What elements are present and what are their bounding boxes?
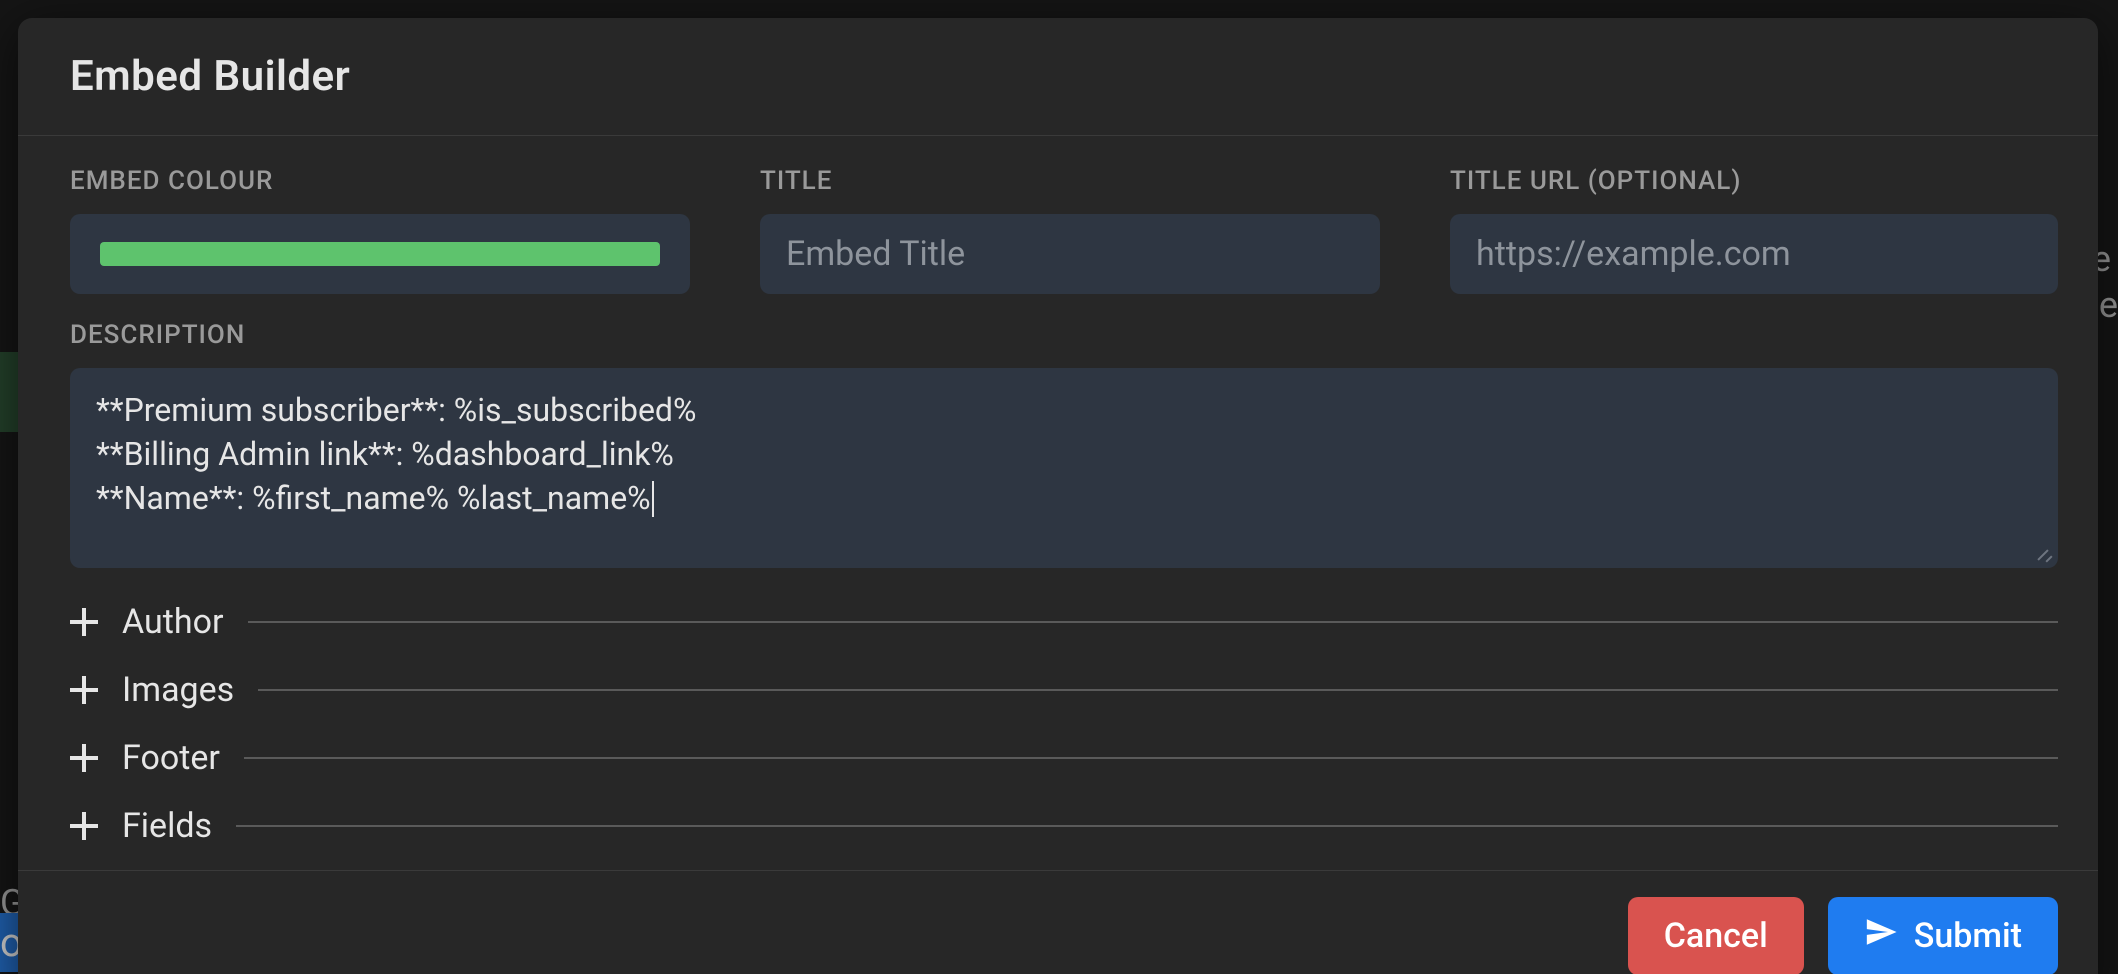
cancel-button[interactable]: Cancel	[1628, 897, 1804, 974]
section-label-images: Images	[122, 670, 234, 710]
embed-title-label: TITLE	[760, 166, 1380, 196]
embed-colour-swatch	[100, 242, 660, 266]
modal-title: Embed Builder	[70, 52, 2058, 101]
section-toggle-fields[interactable]: Fields	[70, 792, 2058, 860]
modal-footer: Cancel Submit	[18, 870, 2098, 974]
section-label-footer: Footer	[122, 738, 220, 778]
embed-title-url-group: TITLE URL (OPTIONAL)	[1450, 166, 2058, 294]
bg-green-strip	[0, 352, 18, 432]
section-label-author: Author	[122, 602, 224, 642]
modal-body: EMBED COLOUR TITLE TITLE URL (OPTIONAL) …	[18, 136, 2098, 870]
embed-description-input[interactable]: **Premium subscriber**: %is_subscribed%*…	[70, 368, 2058, 568]
embed-builder-modal: Embed Builder EMBED COLOUR TITLE TITLE U…	[18, 18, 2098, 974]
section-divider	[258, 689, 2058, 691]
embed-description-text: **Premium subscriber**: %is_subscribed%*…	[96, 391, 696, 517]
embed-title-url-input[interactable]	[1450, 214, 2058, 294]
embed-description-label: DESCRIPTION	[70, 320, 2058, 350]
section-toggle-author[interactable]: Author	[70, 588, 2058, 656]
section-toggle-footer[interactable]: Footer	[70, 724, 2058, 792]
plus-icon	[70, 812, 98, 840]
embed-title-group: TITLE	[760, 166, 1380, 294]
embed-title-input[interactable]	[760, 214, 1380, 294]
plus-icon	[70, 676, 98, 704]
embed-colour-label: EMBED COLOUR	[70, 166, 690, 196]
plus-icon	[70, 608, 98, 636]
paper-plane-icon	[1864, 915, 1898, 958]
submit-button-label: Submit	[1914, 916, 2022, 956]
submit-button[interactable]: Submit	[1828, 897, 2058, 974]
embed-title-url-label: TITLE URL (OPTIONAL)	[1450, 166, 2058, 196]
embed-colour-well[interactable]	[70, 214, 690, 294]
field-row-top: EMBED COLOUR TITLE TITLE URL (OPTIONAL)	[70, 166, 2058, 294]
plus-icon	[70, 744, 98, 772]
embed-description-group: DESCRIPTION **Premium subscriber**: %is_…	[70, 320, 2058, 568]
section-divider	[236, 825, 2058, 827]
modal-header: Embed Builder	[18, 18, 2098, 136]
section-divider	[248, 621, 2058, 623]
section-toggle-images[interactable]: Images	[70, 656, 2058, 724]
embed-description-wrap: **Premium subscriber**: %is_subscribed%*…	[70, 368, 2058, 568]
section-label-fields: Fields	[122, 806, 212, 846]
embed-colour-group: EMBED COLOUR	[70, 166, 690, 294]
text-caret	[652, 481, 654, 517]
cancel-button-label: Cancel	[1664, 916, 1768, 956]
section-divider	[244, 757, 2058, 759]
